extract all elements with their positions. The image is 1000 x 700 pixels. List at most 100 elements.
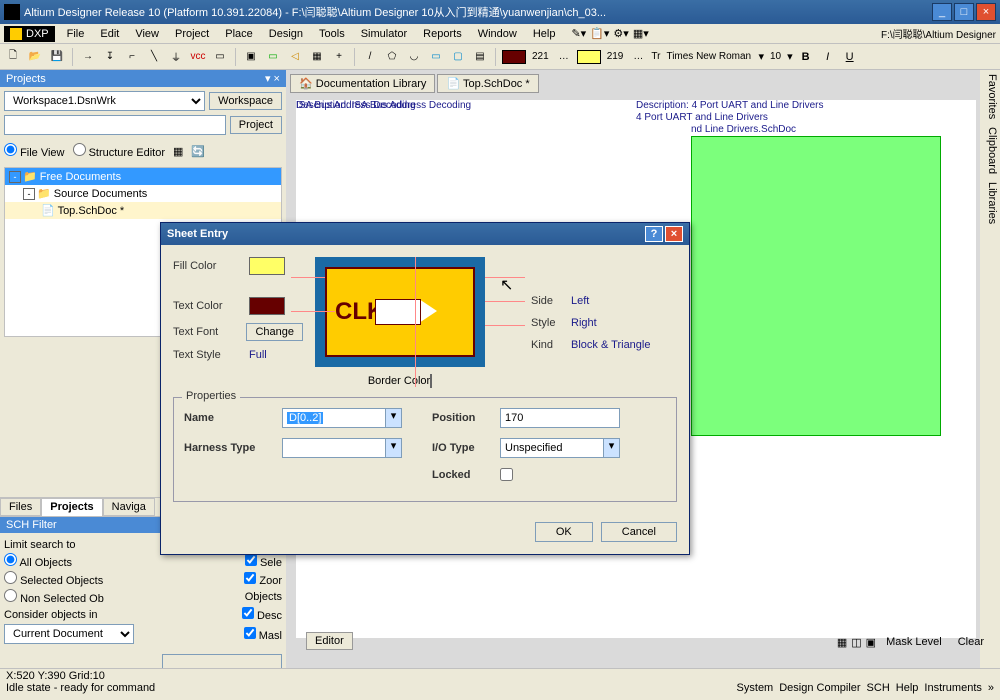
style-value[interactable]: Right <box>571 317 597 329</box>
mask-level-button[interactable]: Mask Level <box>880 634 948 650</box>
all-objects-radio[interactable]: All Objects <box>4 553 72 569</box>
text-style-value[interactable]: Full <box>249 349 267 361</box>
project-button[interactable]: Project <box>230 116 282 134</box>
round-rect-icon[interactable]: ▢ <box>449 48 467 66</box>
consider-select[interactable]: Current Document <box>4 624 134 644</box>
bold-icon[interactable]: B <box>797 48 815 66</box>
poly-icon[interactable]: ⬠ <box>383 48 401 66</box>
save-icon[interactable]: 💾 <box>48 48 66 66</box>
font-name[interactable]: Times New Roman <box>664 51 754 62</box>
more-icon-2[interactable]: … <box>629 48 647 66</box>
menu-edit[interactable]: Edit <box>92 26 127 42</box>
arrow-right-icon[interactable]: → <box>79 48 97 66</box>
chevron-down-icon[interactable]: ▾ <box>385 439 401 457</box>
color-swatch-1[interactable] <box>502 50 526 64</box>
part-icon[interactable]: ▣ <box>242 48 260 66</box>
net-icon[interactable]: ⏚ <box>167 48 185 66</box>
arrow-in-icon[interactable]: ↧ <box>101 48 119 66</box>
fill-color-swatch[interactable] <box>249 257 285 275</box>
minimize-button[interactable]: _ <box>932 3 952 21</box>
bottom-icon-2[interactable]: ◫ <box>851 636 861 649</box>
dialog-close-button[interactable]: × <box>665 226 683 242</box>
dxp-menu[interactable]: DXP <box>4 26 55 42</box>
chip-icon[interactable]: ▦▾ <box>633 27 649 40</box>
nonselected-radio[interactable]: Non Selected Ob <box>4 589 104 605</box>
tree-root[interactable]: -📁 Free Documents <box>5 168 281 185</box>
tree-doc[interactable]: 📄 Top.SchDoc * <box>5 202 281 219</box>
text-color-swatch[interactable] <box>249 297 285 315</box>
sb-help[interactable]: Help <box>896 682 919 694</box>
structure-radio[interactable]: Structure Editor <box>73 143 165 159</box>
line-icon[interactable]: / <box>361 48 379 66</box>
menu-help[interactable]: Help <box>525 26 564 42</box>
sele-check[interactable] <box>245 554 257 566</box>
tab-doclib[interactable]: 🏠 Documentation Library <box>290 74 435 93</box>
dialog-titlebar[interactable]: Sheet Entry ? × <box>161 223 689 245</box>
panel-settings-icon[interactable]: ▦ <box>173 145 183 158</box>
new-icon[interactable]: 🗋 <box>4 48 22 66</box>
italic-icon[interactable]: I <box>819 48 837 66</box>
position-input[interactable] <box>500 408 620 428</box>
sidetab-libraries[interactable]: Libraries <box>982 182 998 224</box>
panel-close-icon[interactable]: ▾ × <box>265 72 280 85</box>
workspace-select[interactable]: Workspace1.DsnWrk <box>4 91 205 111</box>
project-input[interactable] <box>4 115 226 135</box>
sheet-symbol[interactable] <box>691 136 941 436</box>
zoom-check[interactable] <box>244 572 256 584</box>
menu-tools[interactable]: Tools <box>311 26 353 42</box>
menu-reports[interactable]: Reports <box>415 26 470 42</box>
ok-button[interactable]: OK <box>535 522 593 542</box>
sb-system[interactable]: System <box>737 682 774 694</box>
menu-view[interactable]: View <box>127 26 167 42</box>
kind-value[interactable]: Block & Triangle <box>571 339 650 351</box>
selected-radio[interactable]: Selected Objects <box>4 571 103 587</box>
vcc-icon[interactable]: vcc <box>189 48 207 66</box>
pencil-icon[interactable]: ✎▾ <box>571 27 586 40</box>
maximize-button[interactable]: □ <box>954 3 974 21</box>
border-color-swatch[interactable] <box>430 374 432 388</box>
iotype-combo[interactable]: Unspecified▾ <box>500 438 620 458</box>
cancel-button[interactable]: Cancel <box>601 522 677 542</box>
entry-icon[interactable]: ◁ <box>286 48 304 66</box>
editor-tab[interactable]: Editor <box>306 632 353 650</box>
clipboard-icon[interactable]: 📋▾ <box>590 27 609 40</box>
dialog-help-button[interactable]: ? <box>645 226 663 242</box>
chevron-down-icon[interactable]: ▾ <box>385 409 401 427</box>
sb-design-compiler[interactable]: Design Compiler <box>779 682 860 694</box>
font-size[interactable]: 10 <box>768 51 783 62</box>
bottom-icon-3[interactable]: ▣ <box>866 636 876 649</box>
port-icon[interactable]: ▭ <box>211 48 229 66</box>
rect-icon[interactable]: ▭ <box>427 48 445 66</box>
tree-source[interactable]: -📁 Source Documents <box>5 185 281 202</box>
close-button[interactable]: × <box>976 3 996 21</box>
more-icon-1[interactable]: … <box>555 48 573 66</box>
side-value[interactable]: Left <box>571 295 589 307</box>
bus-icon[interactable]: ╲ <box>145 48 163 66</box>
name-combo[interactable]: D[0..2]▾ <box>282 408 402 428</box>
tab-files[interactable]: Files <box>0 498 41 516</box>
sb-more-icon[interactable]: » <box>988 682 994 694</box>
clear-button[interactable]: Clear <box>952 634 990 650</box>
open-icon[interactable]: 📂 <box>26 48 44 66</box>
sheet-icon[interactable]: ▭ <box>264 48 282 66</box>
underline-icon[interactable]: U <box>841 48 859 66</box>
place-icon[interactable]: + <box>330 48 348 66</box>
tab-projects[interactable]: Projects <box>41 498 102 516</box>
panel-refresh-icon[interactable]: 🔄 <box>191 145 205 158</box>
change-font-button[interactable]: Change <box>246 323 303 341</box>
tab-schdoc[interactable]: 📄 Top.SchDoc * <box>437 74 538 93</box>
bottom-icon-1[interactable]: ▦ <box>837 636 847 649</box>
sidetab-favorites[interactable]: Favorites <box>982 74 998 119</box>
text-frame-icon[interactable]: ▤ <box>471 48 489 66</box>
menu-file[interactable]: File <box>59 26 93 42</box>
sb-sch[interactable]: SCH <box>867 682 890 694</box>
harness-combo[interactable]: ▾ <box>282 438 402 458</box>
fileview-radio[interactable]: File View <box>4 143 65 159</box>
menu-design[interactable]: Design <box>261 26 311 42</box>
menu-place[interactable]: Place <box>217 26 261 42</box>
wire-icon[interactable]: ⌐ <box>123 48 141 66</box>
sidetab-clipboard[interactable]: Clipboard <box>982 127 998 174</box>
chevron-down-icon[interactable]: ▾ <box>603 439 619 457</box>
menu-window[interactable]: Window <box>470 26 525 42</box>
gear-icon[interactable]: ⚙▾ <box>613 27 628 40</box>
